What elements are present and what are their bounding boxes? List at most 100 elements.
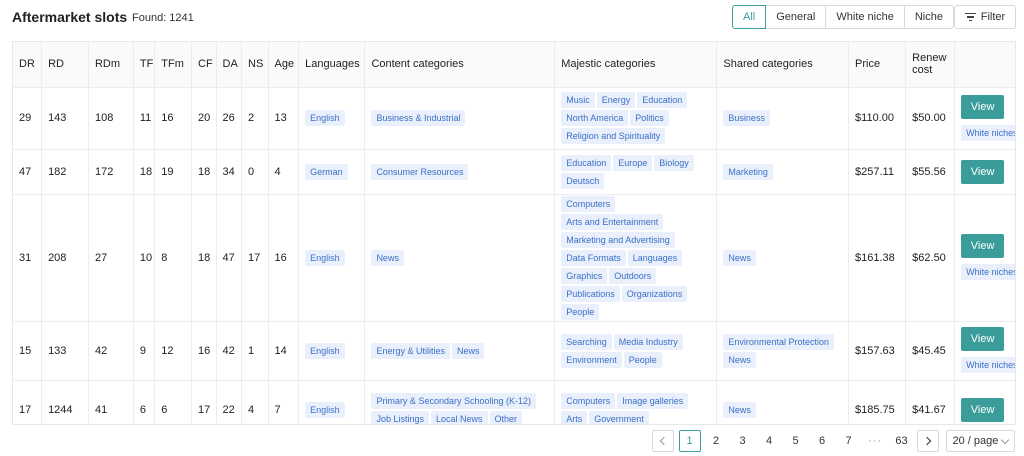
next-page-button[interactable] [917, 430, 939, 452]
white-niches-badge[interactable]: White niches [961, 124, 1015, 141]
majestic-category-tag: Energy [596, 92, 636, 108]
col-content-categories-header: Content categories [364, 42, 556, 88]
segment-all[interactable]: All [732, 5, 767, 29]
shared-category-tag: News [723, 249, 756, 266]
majestic-category-tag: Environment [561, 351, 622, 368]
cell-cf: 16 [191, 321, 217, 381]
content-tags: Energy & Utilities News [371, 342, 548, 360]
slots-table: DR RD RDm TF TFm CF DA NS Age Languages Content ca… [12, 41, 1016, 425]
cell-ns: 17 [241, 194, 269, 322]
col-price-header: Price [848, 42, 907, 88]
cell-rdm: 41 [88, 380, 134, 424]
col-renew-cost-header: Renew cost [905, 42, 956, 88]
page-7[interactable]: 7 [838, 430, 860, 452]
cell-dr: 17 [13, 380, 43, 424]
cell-tf: 18 [133, 149, 156, 195]
page-1[interactable]: 1 [678, 430, 701, 452]
cell-rd: 208 [41, 194, 89, 322]
shared-tags: Marketing [723, 163, 842, 181]
cell-tfm: 16 [154, 87, 193, 150]
majestic-category-tag: Searching [561, 333, 612, 350]
view-button[interactable]: View [961, 327, 1005, 351]
cell-tf: 10 [133, 194, 156, 322]
cell-rdm: 27 [88, 194, 134, 322]
chevron-left-icon [659, 436, 669, 446]
col-majestic-categories-header: Majestic categories [554, 42, 718, 88]
table-row: 31 208 27 10 8 18 47 17 16 English News ComputersAr… [13, 194, 1015, 322]
filter-button[interactable]: Filter [954, 5, 1016, 29]
cell-tfm: 19 [154, 149, 193, 195]
col-actions-header [954, 42, 1015, 88]
content-category-tag: Local News [430, 411, 488, 424]
content-tags: Consumer Resources [371, 163, 548, 181]
view-button[interactable]: View [961, 234, 1005, 258]
majestic-category-tag: Image galleries [617, 393, 689, 409]
page-last[interactable]: 63 [891, 430, 913, 452]
page-size-select[interactable]: 20 / page [945, 430, 1016, 452]
page-4[interactable]: 4 [758, 430, 780, 452]
category-segmented-control: All General White niche Niche [732, 5, 954, 29]
cell-rd: 1244 [41, 380, 89, 424]
majestic-category-tag: North America [561, 110, 629, 126]
cell-content: Primary & Secondary Schooling (K-12) Job … [364, 380, 556, 424]
cell-dr: 15 [13, 321, 43, 381]
content-tags: News [371, 249, 548, 267]
cell-actions: View White niches [954, 194, 1015, 322]
cell-shared: News [716, 194, 850, 322]
white-niches-badge[interactable]: White niches [961, 357, 1015, 373]
page-2[interactable]: 2 [705, 430, 727, 452]
content-category-tag: Business & Industrial [371, 110, 466, 126]
cell-content: News [364, 194, 556, 322]
majestic-category-tag: Languages [627, 249, 683, 266]
prev-page-button[interactable] [652, 430, 674, 452]
majestic-category-tag: Biology [654, 154, 694, 171]
page-5[interactable]: 5 [785, 430, 807, 452]
cell-majestic: Education Europe Biology Deutsch [554, 149, 718, 195]
page-ellipsis[interactable]: ··· [864, 430, 886, 452]
col-tf-header: TF [133, 42, 156, 88]
segment-general[interactable]: General [765, 5, 827, 29]
segment-niche[interactable]: Niche [903, 5, 954, 29]
page-3[interactable]: 3 [732, 430, 754, 452]
cell-content: Energy & Utilities News [364, 321, 556, 381]
cell-renew: $62.50 [905, 194, 956, 322]
majestic-category-tag: Religion and Spirituality [561, 128, 666, 144]
view-button[interactable]: View [961, 94, 1005, 119]
cell-cf: 17 [191, 380, 217, 424]
majestic-category-tag: Arts and Entertainment [561, 213, 664, 230]
languages-tags: English [305, 249, 358, 267]
cell-renew: $55.56 [905, 149, 956, 195]
white-niches-badge[interactable]: White niches [961, 264, 1015, 280]
segment-white-niche[interactable]: White niche [825, 5, 905, 29]
shared-tags: Business [723, 109, 842, 127]
cell-price: $161.38 [848, 194, 907, 322]
majestic-category-tag: Media Industry [613, 333, 683, 350]
cell-languages: English [298, 87, 366, 150]
col-ns-header: NS [241, 42, 269, 88]
cell-age: 16 [268, 194, 300, 322]
shared-category-tag: News [723, 402, 756, 418]
content-category-tag: Primary & Secondary Schooling (K-12) [371, 393, 537, 409]
cell-rd: 182 [41, 149, 89, 195]
cell-rdm: 172 [88, 149, 134, 195]
page-6[interactable]: 6 [811, 430, 833, 452]
filter-icon [964, 12, 976, 22]
content-category-tag: News [451, 342, 485, 359]
cell-majestic: Music Energy Education North America Politic… [554, 87, 718, 150]
view-button[interactable]: View [961, 398, 1005, 422]
view-button[interactable]: View [961, 159, 1005, 184]
shared-category-tag: Environmental Protection [723, 333, 834, 350]
languages-tags: English [305, 109, 358, 127]
cell-actions: View White niches [954, 321, 1015, 381]
majestic-category-tag: People [561, 303, 600, 320]
shared-category-tag: Business [723, 110, 770, 126]
cell-languages: German [298, 149, 366, 195]
shared-tags: Environmental ProtectionNews [723, 333, 842, 369]
col-rdm-header: RDm [88, 42, 134, 88]
cell-renew: $41.67 [905, 380, 956, 424]
language-tag: English [305, 402, 345, 418]
cell-age: 7 [268, 380, 300, 424]
table-row: 15 133 42 9 12 16 42 1 14 English Energy & Utiliti… [13, 321, 1015, 381]
cell-price: $185.75 [848, 380, 907, 424]
content-category-tag: Other [489, 411, 523, 424]
